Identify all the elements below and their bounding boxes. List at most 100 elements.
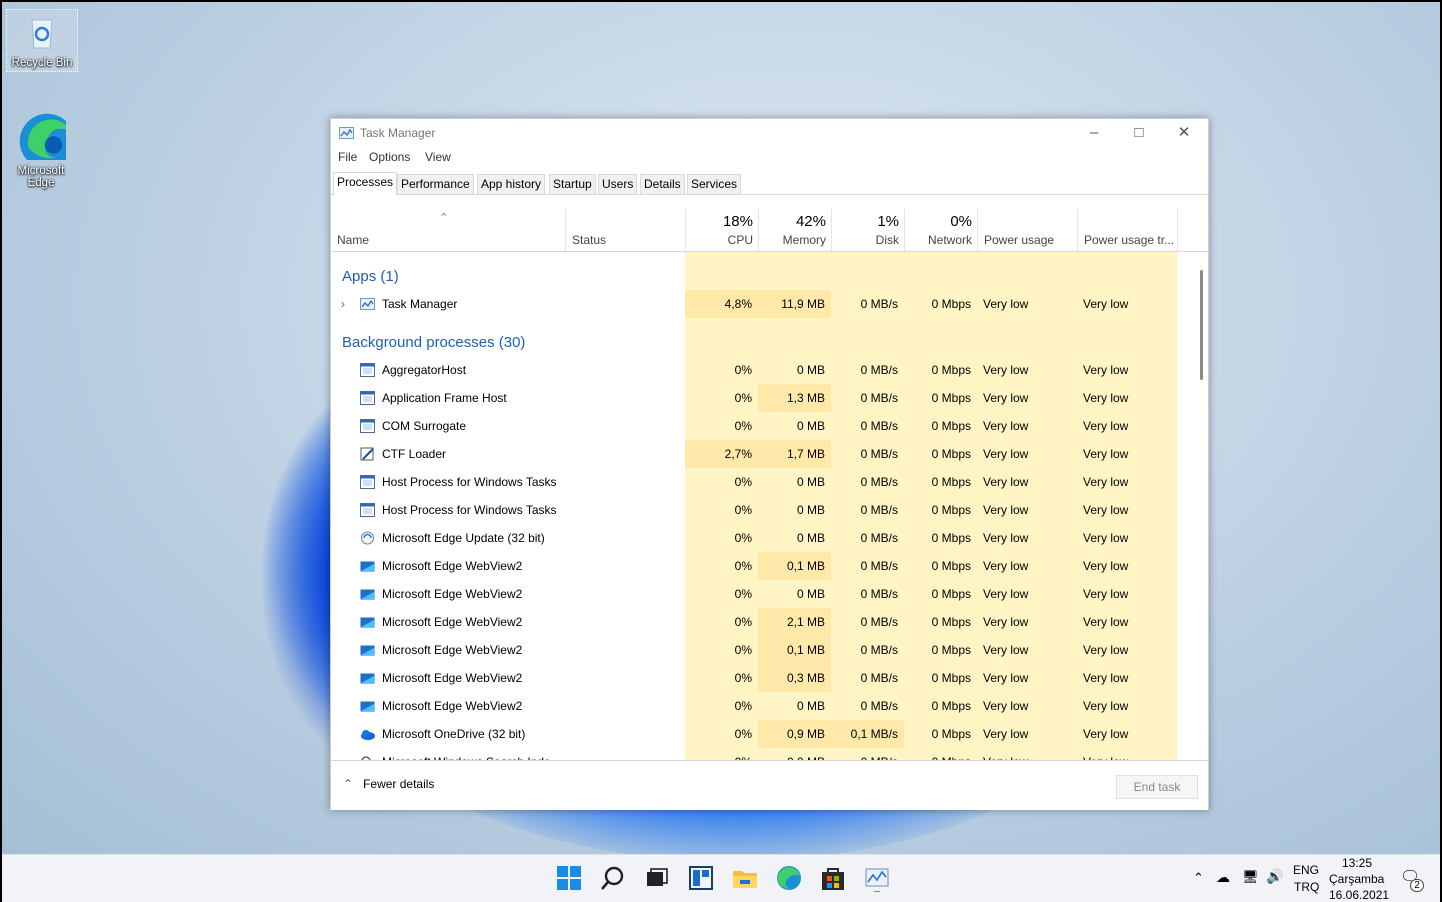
title-bar[interactable]: Task Manager – □ ✕ (331, 119, 1208, 147)
clock-day[interactable]: Çarşamba (1329, 872, 1384, 886)
table-row[interactable]: › Task Manager 4,8% 11,9 MB 0 MB/s 0 Mbps Very… (331, 290, 1197, 318)
disk-value: 0 MB/s (831, 748, 904, 760)
close-button[interactable]: ✕ (1161, 119, 1207, 147)
process-name: Microsoft OneDrive (32 bit) (382, 727, 526, 741)
task-view-icon[interactable] (643, 864, 671, 892)
column-cpu-label: CPU (727, 233, 753, 247)
store-icon[interactable] (819, 864, 847, 892)
table-row[interactable]: Host Process for Windows Tasks 0% 0 MB 0 MB… (331, 496, 1197, 524)
network-tray-icon[interactable]: 🖥 (1242, 869, 1259, 885)
tab-processes[interactable]: Processes (333, 172, 398, 195)
vertical-scrollbar[interactable] (1197, 252, 1208, 760)
table-row[interactable]: Microsoft Edge WebView2 0% 0,1 MB 0 MB/s 0 M… (331, 636, 1197, 664)
scrollbar-thumb[interactable] (1200, 270, 1203, 380)
show-hidden-icons-icon[interactable]: ⌃ (1193, 870, 1204, 886)
table-row[interactable]: Microsoft OneDrive (32 bit) 0% 0,9 MB 0,1 M… (331, 720, 1197, 748)
minimize-button[interactable]: – (1071, 119, 1117, 147)
table-row[interactable]: Microsoft Edge Update (32 bit) 0% 0 MB 0 MB… (331, 524, 1197, 552)
disk-value: 0 MB/s (860, 615, 898, 629)
network-value: 0 Mbps (931, 559, 971, 573)
tab-users[interactable]: Users (598, 174, 638, 194)
table-row[interactable]: CTF Loader 2,7% 1,7 MB 0 MB/s 0 Mbps Very low… (331, 440, 1197, 468)
disk-value: 0 MB/s (860, 643, 898, 657)
menu-file[interactable]: File (338, 150, 357, 164)
network-percent: 0% (950, 213, 972, 230)
edge-label-2: Edge (27, 177, 55, 189)
power-value: Very low (983, 587, 1029, 601)
memory-value: 11,9 MB (758, 290, 831, 318)
disk-value: 0 MB/s (860, 297, 898, 311)
tab-performance[interactable]: Performance (397, 174, 474, 194)
task-manager-window: Task Manager – □ ✕ File Options View Pro… (330, 118, 1209, 810)
column-power-trend-label: Power usage tr... (1084, 233, 1175, 247)
column-power-trend[interactable]: Power usage tr... (1077, 209, 1178, 251)
tab-startup[interactable]: Startup (549, 174, 596, 194)
table-row[interactable]: Microsoft Edge WebView2 0% 2,1 MB 0 MB/s 0 M… (331, 608, 1197, 636)
language-code[interactable]: ENG (1293, 863, 1319, 877)
network-value: 0 Mbps (931, 671, 971, 685)
edge-taskbar-icon[interactable] (775, 864, 803, 892)
disk-value: 0 MB/s (860, 671, 898, 685)
tab-details[interactable]: Details (640, 174, 685, 194)
cpu-value: 0% (734, 419, 752, 433)
maximize-button[interactable]: □ (1116, 119, 1162, 147)
table-row[interactable]: Host Process for Windows Tasks 0% 0 MB 0 MB… (331, 468, 1197, 496)
power-trend-value: Very low (1083, 531, 1129, 545)
cpu-value: 0% (734, 503, 752, 517)
column-memory[interactable]: 42% Memory (758, 209, 832, 251)
column-disk[interactable]: 1% Disk (831, 209, 905, 251)
table-row[interactable]: Microsoft Edge WebView2 0% 0 MB 0 MB/s 0 Mbp… (331, 580, 1197, 608)
menu-options[interactable]: Options (369, 150, 410, 164)
task-manager-taskbar-icon[interactable] (863, 864, 891, 892)
expand-chevron-icon[interactable]: › (341, 290, 345, 318)
power-value: Very low (983, 419, 1029, 433)
cpu-value: 0% (734, 727, 752, 741)
table-row[interactable]: AggregatorHost 0% 0 MB 0 MB/s 0 Mbps Very low… (331, 356, 1197, 384)
table-row[interactable]: Application Frame Host 0% 1,3 MB 0 MB/s 0 Mb… (331, 384, 1197, 412)
expand-chevron-icon[interactable]: › (341, 748, 345, 760)
table-row[interactable]: Microsoft Edge WebView2 0% 0,3 MB 0 MB/s 0 M… (331, 664, 1197, 692)
search-icon[interactable] (599, 864, 627, 892)
webview-icon (360, 673, 375, 684)
clock-date[interactable]: 16.06.2021 (1329, 888, 1389, 902)
memory-value: 1,7 MB (758, 440, 831, 468)
keyboard-layout[interactable]: TRQ (1294, 880, 1319, 894)
column-network-label: Network (927, 233, 972, 247)
table-row[interactable]: Microsoft Edge WebView2 0% 0 MB 0 MB/s 0 Mbp… (331, 692, 1197, 720)
power-trend-value: Very low (1083, 615, 1129, 629)
tab-app-history[interactable]: App history (477, 174, 546, 194)
fewer-details-button[interactable]: ⌃ Fewer details (343, 777, 434, 791)
column-name[interactable]: Name (331, 209, 565, 251)
disk-value: 0 MB/s (860, 475, 898, 489)
table-row[interactable]: Microsoft Edge WebView2 0% 0,1 MB 0 MB/s 0 M… (331, 552, 1197, 580)
column-network[interactable]: 0% Network (904, 209, 978, 251)
volume-icon[interactable]: 🔊 (1266, 868, 1283, 885)
memory-value: 0 MB (796, 419, 825, 433)
recycle-bin-shortcut[interactable]: Recycle Bin (6, 9, 78, 72)
onedrive-tray-icon[interactable]: ☁ (1216, 869, 1230, 886)
column-power[interactable]: Power usage (977, 209, 1078, 251)
clock-time[interactable]: 13:25 (1342, 856, 1372, 870)
network-value: 0 Mbps (931, 475, 971, 489)
onedrive-icon (361, 730, 375, 740)
edge-shortcut[interactable]: Microsoft Edge (6, 110, 76, 189)
network-value: 0 Mbps (931, 447, 971, 461)
memory-value: 0 MB (796, 363, 825, 377)
process-name: AggregatorHost (382, 363, 467, 377)
table-row[interactable]: › Microsoft Windows Search Inde... 0%0,0 M… (331, 748, 1197, 760)
power-value: Very low (983, 363, 1029, 377)
file-explorer-icon[interactable] (731, 864, 759, 892)
table-row[interactable]: COM Surrogate 0% 0 MB 0 MB/s 0 Mbps Very low V… (331, 412, 1197, 440)
column-status[interactable]: Status (565, 209, 685, 251)
end-task-button[interactable]: End task (1116, 775, 1198, 799)
recycle-bin-label: Recycle Bin (11, 57, 73, 69)
widgets-icon[interactable] (687, 864, 715, 892)
menu-view[interactable]: View (425, 150, 451, 164)
cpu-value: 0% (685, 748, 758, 760)
start-icon[interactable] (555, 864, 583, 892)
process-list[interactable]: Apps (1) › Task Manager 4,8% 11,9 MB 0 MB/s 0 … (331, 252, 1197, 760)
tab-services[interactable]: Services (687, 174, 742, 194)
column-cpu[interactable]: 18% CPU (685, 209, 759, 251)
power-trend-value: Very low (1083, 643, 1129, 657)
network-value: 0 Mbps (931, 587, 971, 601)
